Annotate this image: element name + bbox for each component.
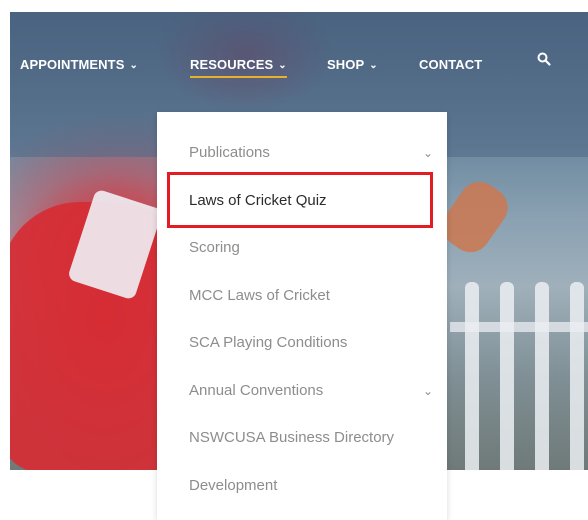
menu-item-label: Scoring bbox=[189, 239, 240, 256]
hero-fence-post bbox=[570, 282, 584, 470]
hero-fence-rail bbox=[450, 322, 588, 332]
hero-fence-post bbox=[465, 282, 479, 470]
hero-fence-post bbox=[535, 282, 549, 470]
menu-item-scoring[interactable]: Scoring bbox=[189, 239, 240, 256]
nav-appointments-label: APPOINTMENTS bbox=[20, 57, 125, 72]
chevron-down-icon: ⌄ bbox=[369, 60, 378, 71]
menu-item-label: Annual Conventions bbox=[189, 382, 324, 399]
menu-item-label: NSWCUSA Business Directory bbox=[189, 429, 395, 446]
nav-resources-label: RESOURCES bbox=[190, 57, 274, 72]
menu-item-label: MCC Laws of Cricket bbox=[189, 287, 330, 304]
menu-item-mcc-laws[interactable]: MCC Laws of Cricket bbox=[189, 287, 330, 304]
chevron-down-icon: ⌄ bbox=[278, 60, 287, 71]
menu-item-publications[interactable]: Publications bbox=[189, 144, 270, 161]
highlight-box bbox=[167, 172, 433, 228]
nav-resources[interactable]: RESOURCES ⌄ bbox=[190, 57, 287, 78]
nav-shop-label: SHOP bbox=[327, 57, 365, 72]
menu-item-annual-conventions[interactable]: Annual Conventions bbox=[189, 382, 323, 399]
nav-contact[interactable]: CONTACT bbox=[419, 57, 482, 72]
menu-item-business-directory[interactable]: NSWCUSA Business Directory bbox=[189, 429, 394, 446]
menu-item-development[interactable]: Development bbox=[189, 477, 277, 494]
nav-contact-label: CONTACT bbox=[419, 57, 483, 72]
search-icon[interactable] bbox=[537, 52, 551, 66]
chevron-down-icon[interactable]: ⌄ bbox=[423, 384, 433, 398]
menu-item-label: Publications bbox=[189, 144, 270, 161]
chevron-down-icon[interactable]: ⌄ bbox=[423, 146, 433, 160]
hero-fence-post bbox=[500, 282, 514, 470]
main-nav: APPOINTMENTS ⌄ RESOURCES ⌄ SHOP ⌄ CONTACT bbox=[10, 12, 588, 112]
menu-item-sca-playing-conditions[interactable]: SCA Playing Conditions bbox=[189, 334, 347, 351]
nav-shop[interactable]: SHOP ⌄ bbox=[327, 57, 378, 72]
chevron-down-icon: ⌄ bbox=[129, 60, 138, 71]
nav-appointments[interactable]: APPOINTMENTS ⌄ bbox=[20, 57, 138, 72]
menu-item-label: SCA Playing Conditions bbox=[189, 334, 348, 351]
menu-item-label: Development bbox=[189, 477, 278, 494]
